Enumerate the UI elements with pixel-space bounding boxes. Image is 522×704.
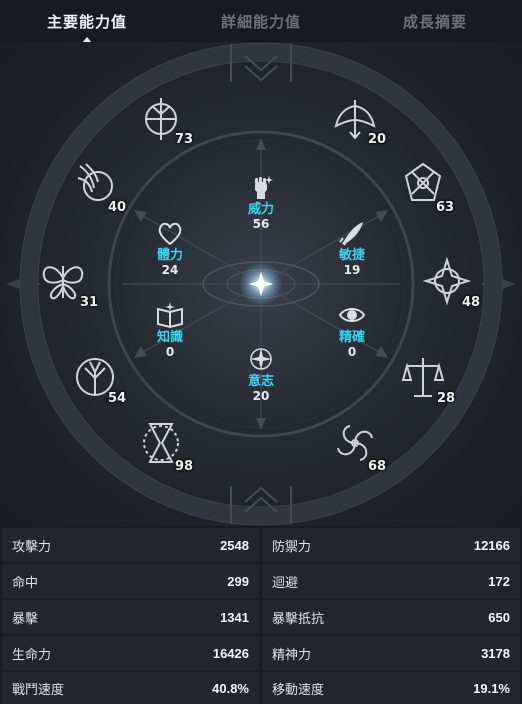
- tab-growth-summary[interactable]: 成長摘要: [348, 0, 522, 42]
- heart-icon: [155, 218, 185, 248]
- attribute-label: 移動速度: [272, 682, 325, 698]
- attribute-value: 19.1%: [473, 680, 510, 696]
- attribute-label: 防禦力: [272, 539, 312, 555]
- core-stat-name: 敏捷: [338, 248, 365, 263]
- attribute-cell: 生命力 16426: [2, 636, 259, 670]
- attribute-cell: 攻擊力 2548: [2, 528, 259, 562]
- core-stat-power[interactable]: 威力 56: [231, 172, 291, 231]
- core-stat-value: 20: [252, 389, 270, 403]
- ring-value: 73: [175, 132, 194, 147]
- attribute-cell: 命中 299: [2, 564, 259, 598]
- attribute-label: 攻擊力: [12, 539, 52, 555]
- attribute-cell: 精神力 3178: [262, 636, 520, 670]
- core-stat-value: 0: [347, 345, 357, 359]
- attribute-value: 12166: [473, 537, 510, 553]
- core-stat-value: 0: [165, 345, 175, 359]
- tab-detailed-stats[interactable]: 詳細能力值: [174, 0, 348, 42]
- attribute-value: 40.8%: [212, 680, 249, 696]
- attribute-table: 攻擊力 2548 防禦力 12166 命中 299 迴避 172 暴擊 1341 暴擊抵抗…: [0, 526, 522, 704]
- ring-value: 54: [108, 391, 127, 406]
- attribute-cell: 暴擊 1341: [2, 600, 259, 634]
- core-stat-name: 精確: [338, 330, 365, 345]
- attribute-label: 精神力: [272, 647, 312, 663]
- attribute-value: 1341: [220, 609, 249, 625]
- feather-icon: [337, 218, 367, 248]
- attribute-label: 暴擊抵抗: [272, 611, 325, 627]
- core-stat-name: 威力: [247, 202, 274, 217]
- attribute-cell: 防禦力 12166: [262, 528, 520, 562]
- core-stat-name: 體力: [156, 248, 183, 263]
- tab-detailed-stats-label: 詳細能力值: [220, 12, 301, 31]
- attribute-value: 650: [488, 609, 510, 625]
- attribute-label: 命中: [12, 575, 39, 591]
- fist-icon: [246, 172, 276, 202]
- attribute-value: 2548: [220, 537, 249, 553]
- attribute-value: 16426: [212, 645, 249, 661]
- core-stat-precision[interactable]: 精確 0: [322, 300, 382, 359]
- ring-value: 40: [108, 200, 127, 215]
- attribute-value: 172: [488, 573, 510, 589]
- attribute-label: 暴擊: [12, 611, 39, 627]
- core-stat-value: 24: [161, 263, 179, 277]
- tab-main-stats-label: 主要能力值: [46, 12, 127, 31]
- ring-value: 28: [437, 391, 456, 406]
- attribute-value: 299: [227, 573, 249, 589]
- ring-value: 98: [175, 459, 194, 474]
- stat-emblem: 73 20 63 48 28 68 98 54 31 40 威力 56 敏捷 1…: [0, 42, 522, 526]
- core-stat-name: 意志: [247, 374, 274, 389]
- attribute-cell: 暴擊抵抗 650: [262, 600, 520, 634]
- core-stat-agility[interactable]: 敏捷 19: [322, 218, 382, 277]
- tab-growth-summary-label: 成長摘要: [402, 12, 467, 31]
- core-stat-will[interactable]: 意志 20: [231, 344, 291, 403]
- core-stat-vitality[interactable]: 體力 24: [140, 218, 200, 277]
- attribute-label: 迴避: [272, 575, 299, 591]
- attribute-label: 生命力: [12, 647, 52, 663]
- tab-bar: 主要能力值 詳細能力值 成長摘要: [0, 0, 522, 43]
- attribute-label: 戰鬥速度: [12, 682, 65, 698]
- ring-value: 31: [80, 295, 99, 310]
- attribute-cell: 迴避 172: [262, 564, 520, 598]
- ring-value: 63: [436, 200, 455, 215]
- book-icon: [155, 300, 185, 330]
- eye-icon: [337, 300, 367, 330]
- attribute-cell: 移動速度 19.1%: [262, 672, 520, 704]
- ring-value: 68: [368, 459, 387, 474]
- core-stat-value: 56: [252, 217, 270, 231]
- core-stat-name: 知識: [156, 330, 183, 345]
- ring-value: 20: [368, 132, 387, 147]
- core-stat-value: 19: [343, 263, 361, 277]
- attribute-cell: 戰鬥速度 40.8%: [2, 672, 259, 704]
- attribute-value: 3178: [481, 645, 510, 661]
- sparkle-icon: [246, 344, 276, 374]
- tab-main-stats[interactable]: 主要能力值: [0, 0, 174, 43]
- ring-value: 48: [462, 295, 481, 310]
- core-stat-knowledge[interactable]: 知識 0: [140, 300, 200, 359]
